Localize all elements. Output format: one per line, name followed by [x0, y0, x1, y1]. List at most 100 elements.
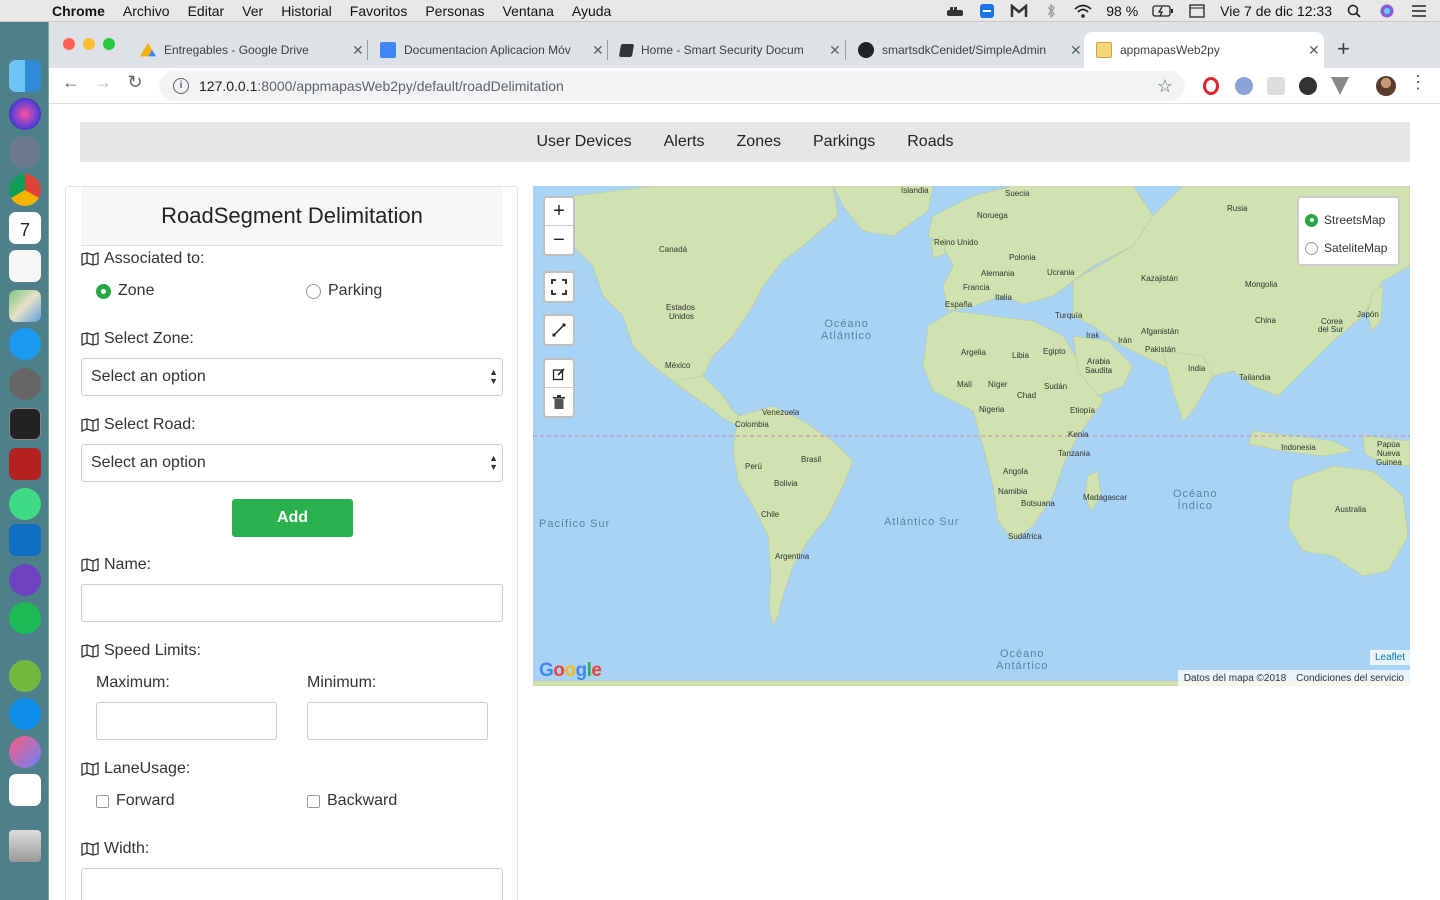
world-map-tiles[interactable]: [533, 186, 1410, 686]
maximize-window-button[interactable]: [103, 38, 115, 50]
checkbox-backward[interactable]: Backward: [307, 792, 397, 810]
github-desktop-icon[interactable]: [9, 564, 41, 596]
close-icon[interactable]: ✕: [592, 42, 604, 59]
calendar-menu-icon[interactable]: [1188, 3, 1206, 18]
close-icon[interactable]: ✕: [1308, 42, 1320, 59]
zoom-in-button[interactable]: +: [545, 198, 573, 226]
profile-avatar[interactable]: [1376, 76, 1396, 96]
layer-satelitemap[interactable]: SateliteMap: [1305, 234, 1392, 262]
maps-dock-icon[interactable]: [9, 290, 41, 322]
width-input[interactable]: [81, 868, 503, 900]
attribution-map-data[interactable]: Datos del mapa ©2018: [1184, 673, 1286, 684]
document-icon[interactable]: [9, 774, 41, 806]
finder-icon[interactable]: [9, 60, 41, 92]
minimize-window-button[interactable]: [83, 38, 95, 50]
vscode-icon[interactable]: [9, 524, 41, 556]
layer-satelitemap-radio[interactable]: [1305, 241, 1318, 255]
menu-app-name[interactable]: Chrome: [52, 3, 105, 19]
radio-zone[interactable]: Zone: [96, 282, 154, 300]
extension-grey-icon[interactable]: [1267, 77, 1285, 95]
new-tab-button[interactable]: +: [1337, 36, 1350, 62]
nav-user-devices[interactable]: User Devices: [536, 133, 631, 151]
menu-editar[interactable]: Editar: [188, 3, 225, 19]
site-info-icon[interactable]: i: [173, 78, 189, 94]
edit-layers-button[interactable]: [545, 360, 573, 388]
forward-button[interactable]: →: [91, 72, 115, 93]
tab-appmapasweb2py[interactable]: appmapasWeb2py ✕: [1084, 32, 1324, 68]
add-button[interactable]: Add: [232, 499, 353, 537]
itunes-icon[interactable]: [9, 736, 41, 768]
menu-ventana[interactable]: Ventana: [503, 3, 554, 19]
menu-ayuda[interactable]: Ayuda: [572, 3, 611, 19]
chrome-dock-icon[interactable]: [9, 174, 41, 206]
close-window-button[interactable]: [63, 38, 75, 50]
checkbox-forward-box[interactable]: [96, 794, 109, 808]
siri-dock-icon[interactable]: [9, 98, 41, 130]
reminders-icon[interactable]: [9, 250, 41, 282]
address-bar[interactable]: i 127.0.0.1:8000/appmapasWeb2py/default/…: [159, 71, 1185, 101]
trash-icon[interactable]: [9, 830, 41, 862]
wifi-icon[interactable]: [1074, 4, 1092, 18]
menu-historial[interactable]: Historial: [281, 3, 332, 19]
select-zone-dropdown[interactable]: Select an option ▲ ▼: [81, 358, 503, 396]
menu-archivo[interactable]: Archivo: [123, 3, 170, 19]
extension-blue-icon[interactable]: [1235, 77, 1253, 95]
tab-google-drive[interactable]: Entregables - Google Drive ✕: [128, 32, 368, 68]
spotify-icon[interactable]: [9, 602, 41, 634]
back-button[interactable]: ←: [59, 72, 83, 93]
opera-extension-icon[interactable]: [1203, 77, 1219, 95]
calendar-dock-icon[interactable]: 7: [9, 212, 41, 244]
siri-icon[interactable]: [1378, 4, 1396, 18]
bluetooth-icon[interactable]: [1042, 3, 1060, 18]
attribution-terms-link[interactable]: Condiciones del servicio: [1296, 673, 1404, 684]
radio-parking[interactable]: Parking: [306, 282, 382, 300]
layer-streetsmap[interactable]: StreetsMap: [1305, 206, 1392, 234]
close-icon[interactable]: ✕: [1070, 42, 1082, 59]
menu-ver[interactable]: Ver: [242, 3, 263, 19]
app-store-icon[interactable]: [9, 328, 41, 360]
name-input[interactable]: [81, 584, 503, 622]
leaflet-attribution-link[interactable]: Leaflet: [1369, 650, 1410, 665]
menu-personas[interactable]: Personas: [425, 3, 484, 19]
leaflet-map[interactable]: + − StreetsMap SateliteMap Islandia Suec…: [533, 186, 1410, 686]
utorrent-icon[interactable]: [9, 660, 41, 692]
vpn-extension-icon[interactable]: [1331, 77, 1349, 95]
launchpad-icon[interactable]: [9, 136, 41, 168]
radio-zone-button[interactable]: [96, 283, 111, 299]
select-road-dropdown[interactable]: Select an option ▲ ▼: [81, 444, 503, 482]
zoom-out-button[interactable]: −: [545, 226, 573, 254]
checkbox-backward-box[interactable]: [307, 794, 320, 808]
spotlight-search-icon[interactable]: [1346, 4, 1364, 18]
fullscreen-button[interactable]: [545, 273, 573, 301]
teamviewer-dock-icon[interactable]: [9, 698, 41, 730]
draw-polyline-button[interactable]: [545, 316, 573, 344]
battery-percent[interactable]: 98 %: [1106, 3, 1138, 19]
radio-parking-button[interactable]: [306, 283, 321, 299]
nav-alerts[interactable]: Alerts: [664, 133, 705, 151]
minimum-speed-input[interactable]: [307, 702, 488, 740]
maximum-speed-input[interactable]: [96, 702, 277, 740]
checkbox-forward[interactable]: Forward: [96, 792, 175, 810]
system-preferences-icon[interactable]: [9, 368, 41, 400]
reload-button[interactable]: ↻: [123, 72, 147, 93]
bookmark-star-icon[interactable]: ☆: [1157, 76, 1173, 97]
close-icon[interactable]: ✕: [829, 42, 841, 59]
layer-streetsmap-radio[interactable]: [1305, 213, 1318, 227]
chrome-menu-icon[interactable]: ⋮: [1406, 72, 1430, 93]
clock[interactable]: Vie 7 de dic 12:33: [1220, 3, 1332, 19]
nav-roads[interactable]: Roads: [907, 133, 953, 151]
teamviewer-icon[interactable]: [978, 3, 996, 18]
extension-dark-icon[interactable]: [1299, 77, 1317, 95]
nav-parkings[interactable]: Parkings: [813, 133, 875, 151]
docker-icon[interactable]: [946, 4, 964, 18]
battery-icon[interactable]: [1152, 4, 1174, 18]
malwarebytes-icon[interactable]: [1010, 3, 1028, 18]
notification-center-icon[interactable]: [1410, 4, 1428, 18]
tab-github[interactable]: smartsdkCenidet/SimpleAdmin ✕: [846, 32, 1084, 68]
tab-smart-security[interactable]: Home - Smart Security Docum ✕: [608, 32, 846, 68]
menu-favoritos[interactable]: Favoritos: [350, 3, 408, 19]
close-icon[interactable]: ✕: [352, 42, 364, 59]
delete-layers-button[interactable]: [545, 388, 573, 416]
nav-zones[interactable]: Zones: [737, 133, 781, 151]
tab-documentacion[interactable]: Documentacion Aplicacion Móv ✕: [368, 32, 608, 68]
